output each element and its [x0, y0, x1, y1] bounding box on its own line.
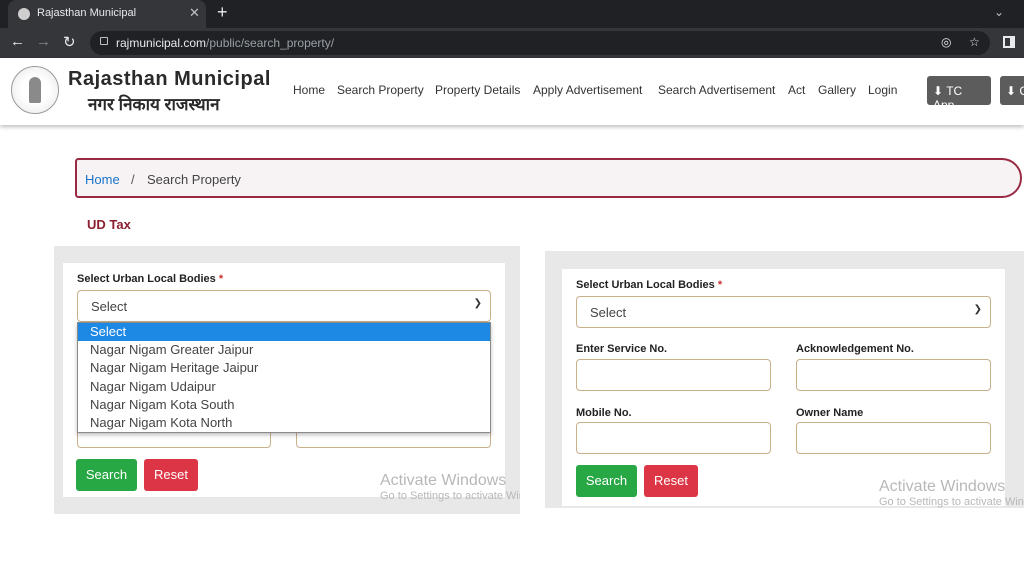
section-title: UD Tax [87, 217, 131, 232]
service-no-input[interactable] [576, 359, 771, 391]
left-reset-button[interactable]: Reset [144, 459, 198, 491]
right-search-button[interactable]: Search [576, 465, 637, 497]
breadcrumb-separator: / [131, 172, 135, 187]
download-icon: ⬇ [933, 84, 944, 98]
eye-off-icon[interactable]: ◎ [941, 35, 951, 49]
url-bar[interactable]: rajmunicipal.com/public/search_property/… [90, 31, 990, 55]
ack-no-label: Acknowledgement No. [796, 343, 914, 355]
site-header: Rajasthan Municipal नगर निकाय राजस्थान H… [0, 58, 1024, 125]
lock-icon[interactable] [100, 37, 108, 45]
nav-apply-advertisement[interactable]: Apply Advertisement [533, 83, 642, 97]
new-tab-icon[interactable]: + [217, 2, 228, 23]
nav-search-advertisement[interactable]: Search Advertisement [658, 83, 775, 97]
address-bar-row: ← → ↻ rajmunicipal.com/public/search_pro… [0, 28, 1024, 58]
nav-property-details[interactable]: Property Details [435, 83, 520, 97]
dropdown-option[interactable]: Nagar Nigam Heritage Jaipur [78, 359, 490, 377]
close-tab-icon[interactable]: ✕ [189, 5, 200, 21]
nav-gallery[interactable]: Gallery [818, 83, 856, 97]
url-text[interactable]: rajmunicipal.com/public/search_property/ [116, 36, 334, 50]
back-icon[interactable]: ← [10, 33, 25, 50]
brand-title-english[interactable]: Rajasthan Municipal [68, 68, 271, 91]
download-icon: ⬇ [1006, 84, 1017, 98]
dropdown-option[interactable]: Nagar Nigam Kota North [78, 414, 490, 432]
reload-icon[interactable]: ↻ [63, 33, 76, 51]
left-ulb-label: Select Urban Local Bodies * [77, 273, 224, 285]
mobile-input[interactable] [576, 422, 771, 454]
owner-name-label: Owner Name [796, 407, 864, 419]
nav-search-property[interactable]: Search Property [337, 83, 424, 97]
browser-tab-strip: Rajasthan Municipal ✕ + ⌄ [0, 0, 1024, 28]
dropdown-option[interactable]: Nagar Nigam Kota South [78, 396, 490, 414]
side-panel-icon[interactable] [1003, 36, 1015, 48]
right-ulb-select[interactable]: Select ❯ [576, 296, 991, 328]
forward-icon[interactable]: → [36, 33, 51, 50]
brand-title-hindi[interactable]: नगर निकाय राजस्थान [88, 92, 220, 115]
right-reset-button[interactable]: Reset [644, 465, 698, 497]
dropdown-option[interactable]: Select [78, 323, 490, 342]
nav-home[interactable]: Home [293, 83, 325, 97]
left-search-button[interactable]: Search [76, 459, 137, 491]
tab-title: Rajasthan Municipal [37, 7, 137, 19]
service-no-label: Enter Service No. [576, 343, 668, 355]
ack-no-input[interactable] [796, 359, 991, 391]
mobile-label: Mobile No. [576, 407, 632, 419]
chevron-down-icon: ❯ [473, 298, 482, 309]
breadcrumb: Home / Search Property [75, 158, 1022, 198]
chevron-down-icon: ❯ [973, 304, 982, 315]
state-emblem-logo[interactable] [11, 66, 59, 114]
nav-login[interactable]: Login [868, 83, 897, 97]
second-download-button[interactable]: ⬇ C [1000, 76, 1024, 105]
tab-search-chevron-icon[interactable]: ⌄ [994, 5, 1004, 19]
dropdown-option[interactable]: Nagar Nigam Greater Jaipur [78, 341, 490, 359]
owner-name-input[interactable] [796, 422, 991, 454]
activate-windows-watermark: Activate Windows Go to Settings to activ… [879, 478, 1024, 508]
bookmark-star-icon[interactable]: ☆ [969, 35, 980, 49]
right-ulb-label: Select Urban Local Bodies * [576, 279, 723, 291]
left-ulb-select[interactable]: Select ❯ [77, 290, 491, 322]
nav-act[interactable]: Act [788, 83, 805, 97]
tc-app-download-button[interactable]: ⬇ TC App [927, 76, 991, 112]
breadcrumb-current: Search Property [147, 172, 241, 187]
dropdown-option[interactable]: Nagar Nigam Udaipur [78, 378, 490, 396]
browser-tab[interactable]: Rajasthan Municipal ✕ [8, 0, 206, 28]
breadcrumb-home-link[interactable]: Home [85, 172, 120, 187]
activate-windows-watermark: Activate Windows Go to Settings to activ… [380, 472, 520, 502]
site-favicon-icon [18, 8, 30, 20]
ulb-dropdown-list: Select Nagar Nigam Greater Jaipur Nagar … [77, 322, 491, 433]
